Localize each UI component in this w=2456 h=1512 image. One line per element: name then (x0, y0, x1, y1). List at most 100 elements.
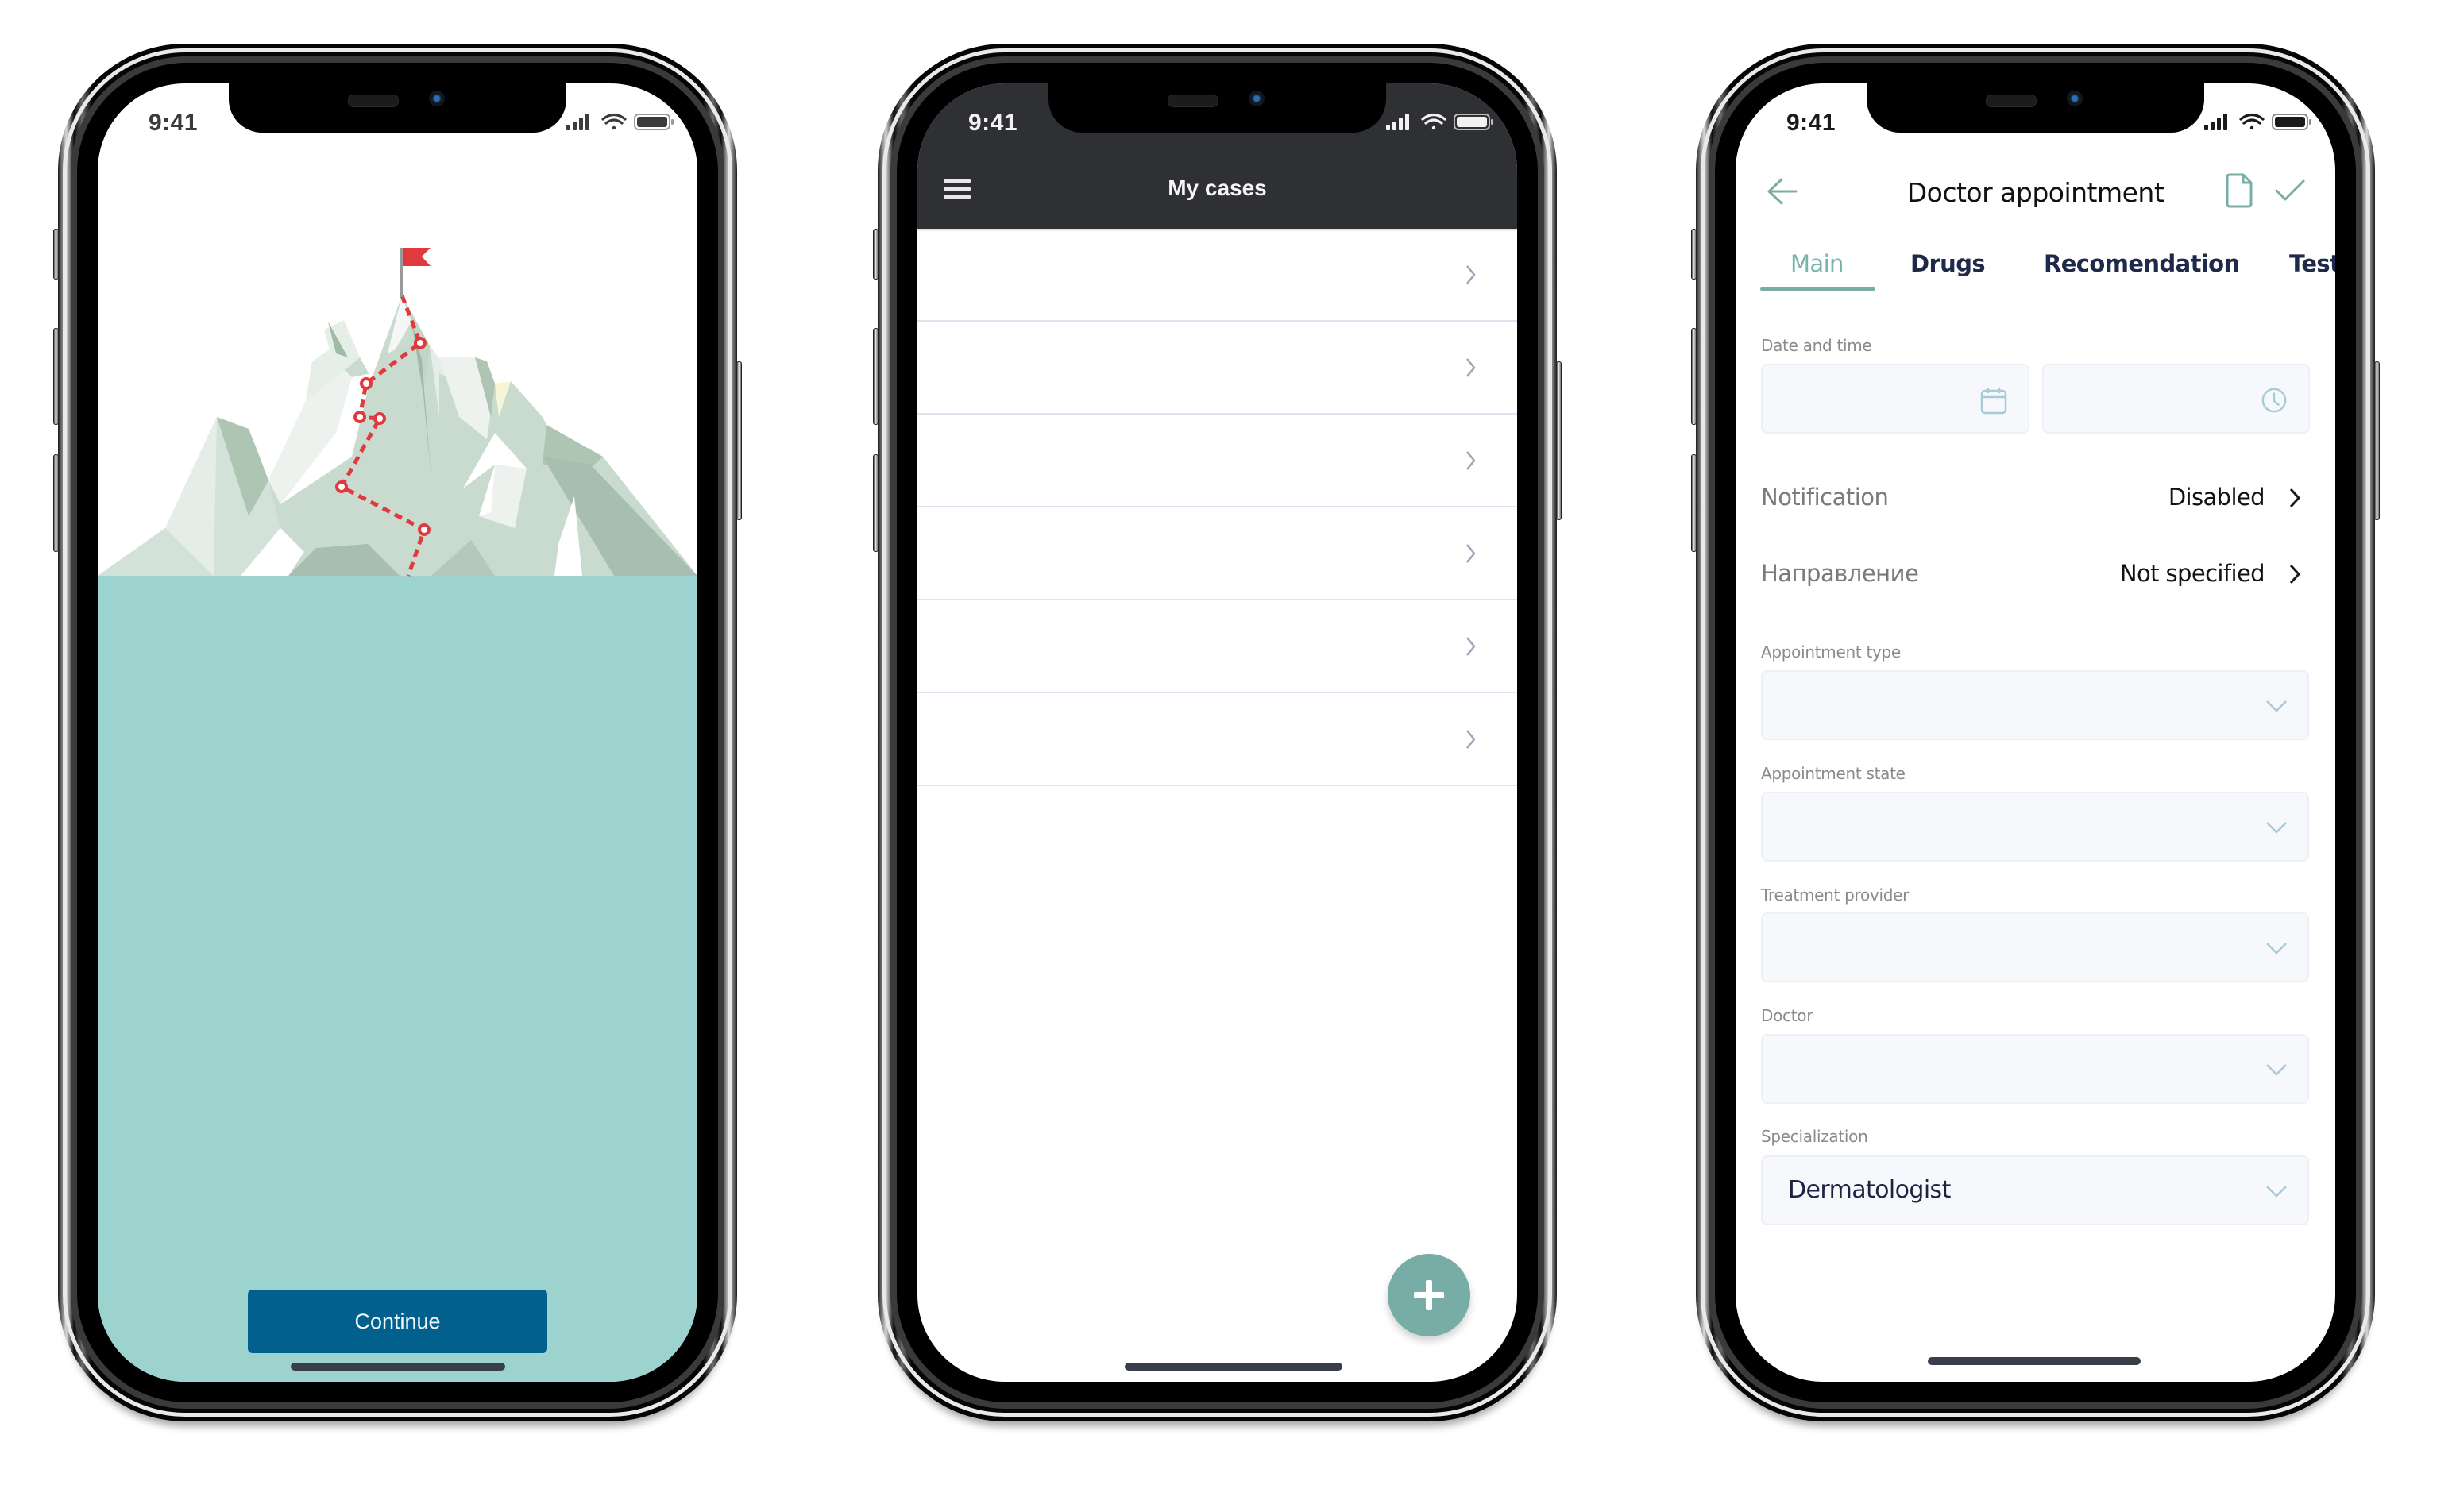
wifi-icon (601, 113, 627, 130)
notch (1048, 83, 1386, 133)
volume-up-button (53, 328, 59, 425)
treatment-provider-label: Treatment provider (1761, 885, 1910, 904)
case-row[interactable] (917, 415, 1517, 507)
waypoint (335, 480, 348, 493)
active-tab-indicator (1760, 287, 1875, 291)
home-indicator[interactable] (1125, 1363, 1342, 1371)
chevron-down-icon (2266, 700, 2287, 712)
tab-bar: Main Drugs Recomendation Test (1736, 250, 2335, 298)
volume-up-button (873, 328, 879, 425)
direction-row[interactable]: Направление Not specified (1761, 550, 2309, 598)
onboarding-background (98, 576, 697, 1382)
volume-down-button (873, 454, 879, 552)
onboarding-screen: 9:41 Continue (98, 83, 697, 1382)
calendar-icon (1980, 388, 2007, 415)
speaker (1168, 94, 1218, 107)
speaker (1986, 94, 2037, 107)
home-indicator[interactable] (1928, 1357, 2141, 1365)
signal-icon (2204, 114, 2227, 130)
chevron-right-icon (1466, 451, 1476, 470)
notification-label: Notification (1761, 484, 1889, 511)
time-field[interactable] (2042, 364, 2310, 434)
chevron-right-icon (1466, 730, 1476, 749)
chevron-down-icon (2266, 822, 2287, 834)
phone-my-cases: 9:41 My cases (873, 44, 1562, 1421)
status-icons (2204, 113, 2311, 130)
appointment-state-label: Appointment state (1761, 764, 1906, 783)
camera (2067, 91, 2083, 106)
tab-main[interactable]: Main (1790, 250, 1844, 277)
power-button (2374, 361, 2380, 520)
appointment-state-select[interactable] (1761, 792, 2309, 862)
home-indicator[interactable] (291, 1363, 505, 1371)
doctor-label: Doctor (1761, 1006, 1813, 1025)
tab-drugs[interactable]: Drugs (1910, 250, 1986, 277)
direction-label: Направление (1761, 560, 1919, 587)
plus-icon (1414, 1280, 1444, 1310)
clock-icon (2261, 388, 2287, 413)
case-row[interactable] (917, 322, 1517, 415)
treatment-provider-select[interactable] (1761, 912, 2309, 982)
continue-button[interactable]: Continue (248, 1290, 547, 1353)
volume-up-button (1691, 328, 1697, 425)
notch (229, 83, 566, 133)
speaker (348, 94, 399, 107)
mountain-illustration (98, 248, 697, 577)
case-row[interactable] (917, 693, 1517, 786)
specialization-select[interactable]: Dermatologist (1761, 1155, 2309, 1225)
notification-value: Disabled (2168, 484, 2265, 511)
case-row[interactable] (917, 229, 1517, 322)
status-icons (566, 113, 674, 130)
chevron-right-icon (2289, 488, 2301, 508)
doctor-select[interactable] (1761, 1034, 2309, 1104)
doctor-appointment-screen: 9:41 Doctor appointment Main Drugs Recom… (1736, 83, 2335, 1382)
direction-value: Not specified (2119, 560, 2265, 587)
volume-down-button (1691, 454, 1697, 552)
battery-icon (1454, 114, 1493, 130)
page-title: My cases (1168, 176, 1267, 200)
chevron-right-icon (2289, 564, 2301, 584)
appointment-type-select[interactable] (1761, 670, 2309, 740)
waypoint (418, 523, 431, 536)
status-time: 9:41 (149, 110, 199, 136)
chevron-right-icon (1466, 637, 1476, 656)
check-icon[interactable] (2274, 179, 2306, 202)
date-field[interactable] (1761, 364, 2029, 434)
volume-down-button (53, 454, 59, 552)
waypoint (360, 377, 373, 390)
my-cases-screen: 9:41 My cases (917, 83, 1517, 1382)
specialization-value: Dermatologist (1788, 1176, 1951, 1204)
specialization-label: Specialization (1761, 1127, 1868, 1146)
status-icons (1386, 113, 1493, 130)
chevron-right-icon (1466, 265, 1476, 284)
status-time: 9:41 (1786, 110, 1836, 136)
status-time: 9:41 (968, 110, 1018, 136)
chevron-right-icon (1466, 544, 1476, 563)
notification-row[interactable]: Notification Disabled (1761, 474, 2309, 522)
battery-icon (2272, 114, 2311, 130)
case-row[interactable] (917, 600, 1517, 693)
wifi-icon (2239, 113, 2265, 130)
power-button (736, 361, 742, 520)
tab-test[interactable]: Test (2289, 250, 2335, 277)
wifi-icon (1421, 113, 1446, 130)
flag-icon (403, 248, 431, 266)
camera (1249, 91, 1265, 106)
case-list (917, 229, 1517, 786)
chevron-right-icon (1466, 358, 1476, 377)
add-case-button[interactable] (1388, 1254, 1470, 1336)
chevron-down-icon (2266, 943, 2287, 955)
mute-switch (1691, 229, 1697, 280)
document-icon[interactable] (2224, 172, 2254, 209)
tab-recomendation[interactable]: Recomendation (2044, 250, 2240, 277)
date-time-label: Date and time (1761, 336, 1872, 355)
appointment-type-label: Appointment type (1761, 642, 1901, 662)
mute-switch (53, 229, 59, 280)
case-row[interactable] (917, 507, 1517, 600)
waypoint (353, 411, 366, 423)
battery-icon (634, 114, 674, 130)
notch (1867, 83, 2204, 133)
phone-onboarding: 9:41 Continue (53, 44, 742, 1421)
signal-icon (566, 114, 589, 130)
chevron-down-icon (2266, 1186, 2287, 1198)
